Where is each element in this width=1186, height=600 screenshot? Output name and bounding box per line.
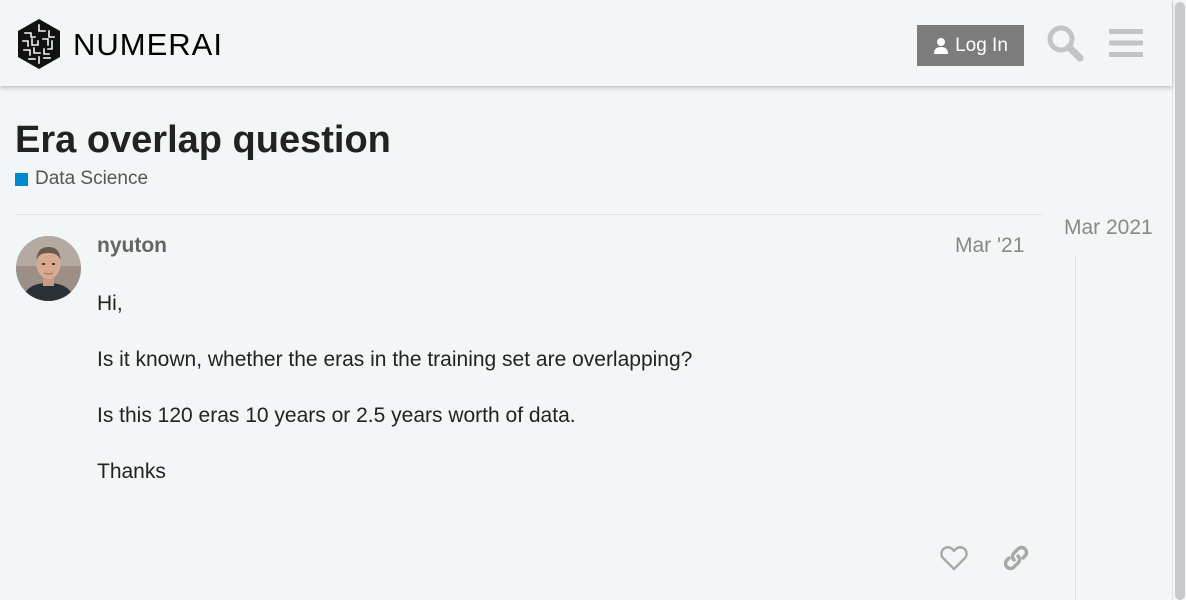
- timeline-date[interactable]: Mar 2021: [1064, 216, 1153, 240]
- menu-button[interactable]: [1105, 21, 1147, 65]
- site-header: NUMERAI Log In: [0, 0, 1172, 86]
- post-body: Hi, Is it known, whether the eras in the…: [97, 291, 692, 515]
- category-label: Data Science: [35, 168, 149, 189]
- numerai-logo-icon: [18, 19, 60, 69]
- like-button[interactable]: [936, 540, 972, 576]
- page-scrollbar[interactable]: [1172, 0, 1186, 600]
- user-icon: [934, 37, 949, 54]
- post-date[interactable]: Mar '21: [955, 234, 1024, 258]
- timeline-track: [1075, 256, 1076, 600]
- post-paragraph: Hi,: [97, 292, 123, 315]
- post-author-username[interactable]: nyuton: [97, 234, 167, 258]
- site-logo[interactable]: NUMERAI: [15, 17, 223, 71]
- topic-title[interactable]: Era overlap question: [15, 118, 391, 164]
- link-icon: [1003, 545, 1029, 571]
- avatar-photo: [16, 236, 81, 301]
- post-paragraph: Is this 120 eras 10 years or 2.5 years w…: [97, 404, 576, 427]
- scrollbar-thumb[interactable]: [1175, 2, 1185, 600]
- heart-icon: [940, 546, 968, 571]
- login-button[interactable]: Log In: [917, 25, 1024, 66]
- login-label: Log In: [955, 34, 1008, 56]
- post-paragraph: Thanks: [97, 460, 166, 483]
- topic-divider: [15, 214, 1043, 215]
- search-button[interactable]: [1044, 21, 1086, 65]
- category-color-square: [15, 172, 28, 186]
- user-avatar[interactable]: [16, 236, 81, 301]
- logo-text: NUMERAI: [73, 26, 223, 62]
- post-paragraph: Is it known, whether the eras in the tra…: [97, 348, 693, 371]
- category-badge[interactable]: Data Science: [15, 168, 148, 190]
- hamburger-menu-icon: [1109, 29, 1143, 57]
- share-link-button[interactable]: [998, 540, 1034, 576]
- search-icon: [1047, 25, 1084, 62]
